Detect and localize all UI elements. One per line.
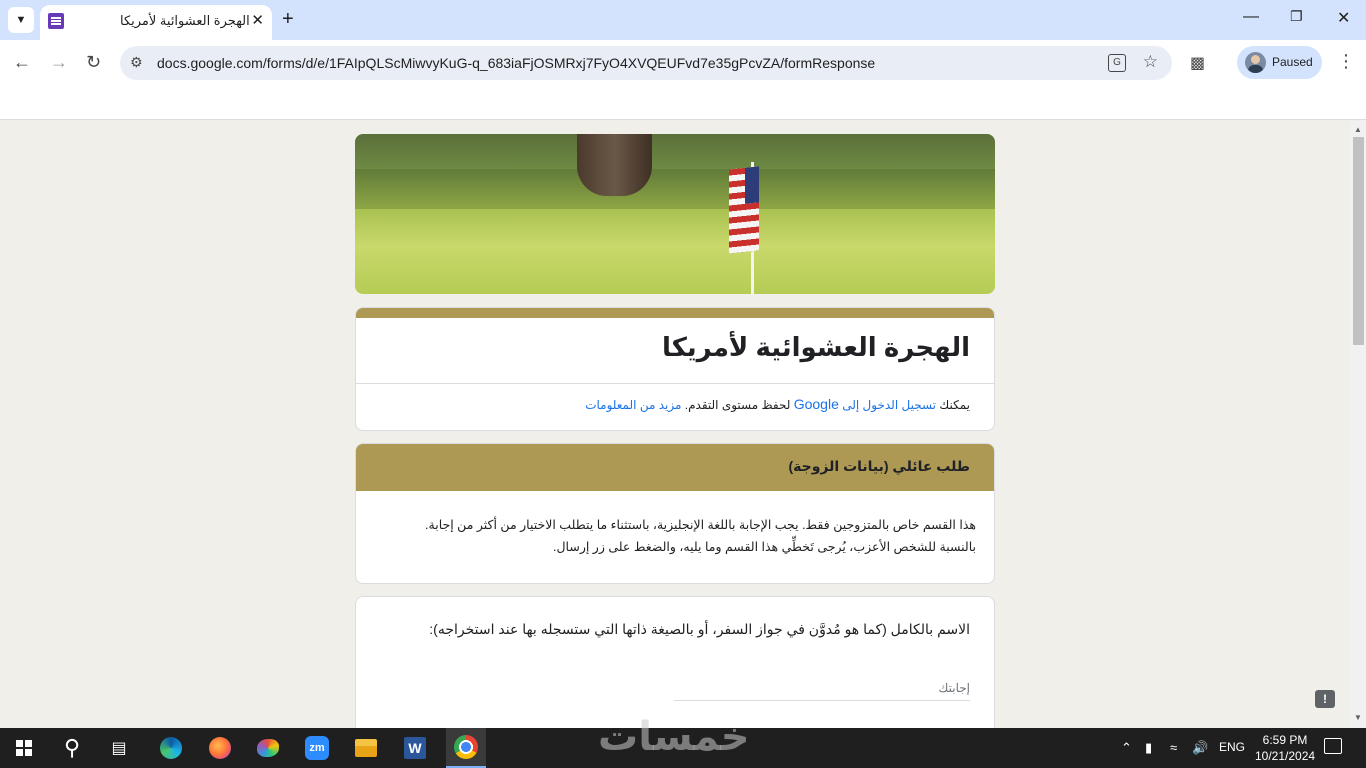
page-content: الهجرة العشوائية لأمريكا يمكنك تسجيل الد… — [0, 121, 1350, 728]
browser-tab-active[interactable]: الهجرة العشوائية لأمريكا ✕ — [40, 5, 272, 40]
forward-icon[interactable]: → — [50, 52, 68, 73]
browser-tabstrip: ▼ الهجرة العشوائية لأمريكا ✕ + — ❐ ✕ — [0, 0, 1366, 40]
feedback-icon[interactable]: ! — [1315, 690, 1335, 708]
signin-notice: يمكنك تسجيل الدخول إلى Google لحفظ مستوى… — [585, 396, 970, 412]
google-forms-icon — [48, 13, 64, 29]
scroll-up-icon[interactable]: ▲ — [1354, 125, 1362, 134]
form-header-image — [355, 134, 995, 294]
signin-link[interactable]: تسجيل الدخول إلى — [842, 398, 936, 412]
clock-date: 10/21/2024 — [1255, 749, 1316, 763]
bookmark-bar — [0, 86, 1366, 120]
question-card: الاسم بالكامل (كما هو مُدوَّن في جواز ال… — [355, 596, 995, 728]
back-icon[interactable]: ← — [13, 52, 31, 73]
url-text: docs.google.com/forms/d/e/1FAIpQLScMiwvy… — [157, 55, 876, 71]
avatar — [1245, 52, 1266, 73]
minimize-button[interactable]: — — [1243, 8, 1259, 26]
firefox-icon[interactable] — [205, 733, 235, 763]
signin-google[interactable]: Google — [794, 396, 839, 412]
clock-time: 6:59 PM — [1262, 733, 1308, 747]
watermark-logo: خمسات — [598, 715, 750, 759]
new-tab-button[interactable]: + — [282, 8, 294, 30]
scroll-thumb[interactable] — [1353, 137, 1364, 345]
section-description: هذا القسم خاص بالمتزوجين فقط. يجب الإجاب… — [425, 518, 976, 554]
section-title: طلب عائلي (بيانات الزوجة) — [788, 458, 970, 474]
word-icon[interactable] — [400, 733, 430, 763]
reload-icon[interactable]: ↻ — [86, 52, 101, 73]
language-indicator[interactable]: ENG — [1219, 740, 1245, 754]
tab-title: الهجرة العشوائية لأمريكا — [120, 13, 250, 28]
window-close-button[interactable]: ✕ — [1337, 8, 1350, 28]
section-card: طلب عائلي (بيانات الزوجة) هذا القسم خاص … — [355, 443, 995, 584]
restore-button[interactable]: ❐ — [1290, 8, 1303, 25]
tree-trunk — [577, 134, 652, 196]
chevron-up-icon[interactable]: ⌃ — [1121, 740, 1132, 756]
form-title-card: الهجرة العشوائية لأمريكا يمكنك تسجيل الد… — [355, 307, 995, 431]
search-icon[interactable]: ⚲ — [57, 733, 87, 763]
wifi-icon[interactable]: ≈ — [1170, 740, 1177, 755]
profile-button[interactable]: Paused — [1237, 46, 1322, 79]
close-icon[interactable]: ✕ — [251, 11, 264, 29]
zoom-icon[interactable] — [302, 733, 332, 763]
site-settings-icon[interactable]: ⚙ — [130, 54, 143, 71]
divider — [356, 383, 994, 384]
tab-search-button[interactable]: ▼ — [8, 7, 34, 33]
page-title: الهجرة العشوائية لأمريكا — [662, 332, 970, 362]
signin-suffix: لحفظ مستوى التقدم. — [684, 398, 791, 412]
address-bar[interactable]: ⚙ docs.google.com/forms/d/e/1FAIpQLScMiw… — [120, 46, 1172, 80]
accent-bar — [356, 308, 994, 318]
profile-status: Paused — [1272, 55, 1313, 69]
more-info-link[interactable]: مزيد من المعلومات — [585, 398, 681, 412]
translate-icon[interactable]: G — [1108, 54, 1126, 72]
vertical-scrollbar[interactable]: ▲ ▼ — [1350, 121, 1366, 728]
browser-toolbar: ← → ↻ ⚙ docs.google.com/forms/d/e/1FAIpQ… — [0, 40, 1366, 86]
extensions-icon[interactable]: ▩ — [1190, 53, 1205, 73]
edge-icon[interactable] — [156, 733, 186, 763]
system-clock[interactable]: 6:59 PM 10/21/2024 — [1255, 732, 1315, 764]
volume-icon[interactable]: 🔊 — [1192, 740, 1208, 756]
american-flag — [729, 166, 759, 254]
section-header: طلب عائلي (بيانات الزوجة) — [356, 444, 994, 491]
notification-icon[interactable] — [1324, 738, 1342, 754]
task-view-icon[interactable]: ▤ — [104, 733, 134, 763]
full-name-input[interactable] — [674, 675, 970, 701]
file-explorer-icon[interactable] — [351, 733, 381, 763]
chrome-icon[interactable] — [446, 728, 486, 768]
paint-icon[interactable] — [253, 733, 283, 763]
bookmark-star-icon[interactable]: ☆ — [1143, 52, 1158, 72]
chevron-down-icon: ▼ — [15, 14, 27, 26]
battery-icon[interactable]: ▮ — [1145, 740, 1152, 756]
menu-dots-icon[interactable]: ⋮ — [1337, 51, 1355, 72]
question-label: الاسم بالكامل (كما هو مُدوَّن في جواز ال… — [429, 621, 970, 637]
scroll-down-icon[interactable]: ▼ — [1354, 713, 1362, 722]
windows-start-icon[interactable] — [10, 733, 40, 763]
signin-prefix: يمكنك — [939, 398, 970, 412]
